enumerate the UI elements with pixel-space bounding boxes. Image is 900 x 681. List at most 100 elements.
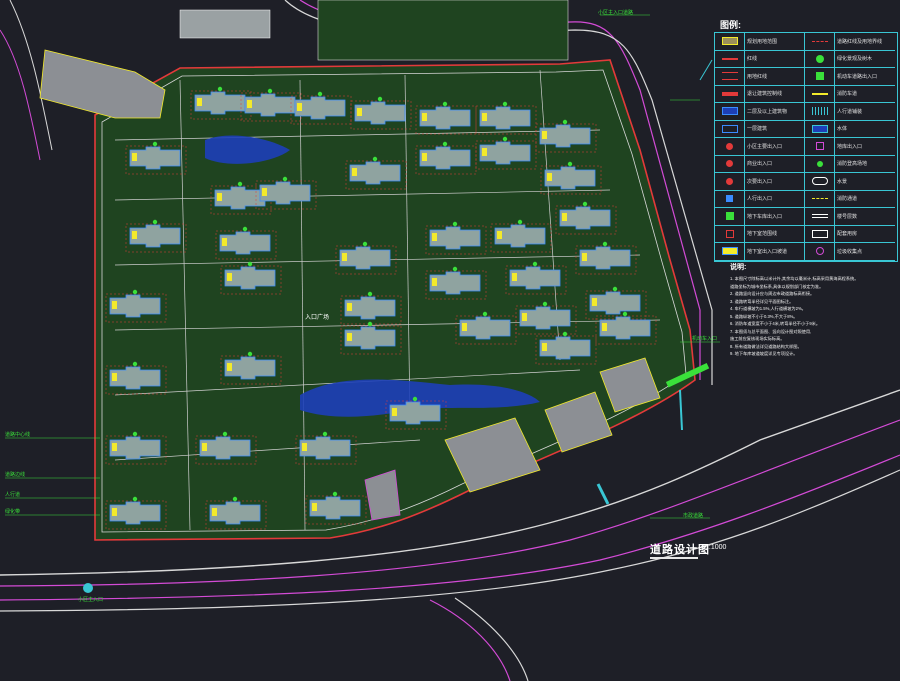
callout-left-1: 道路边线 [5, 472, 26, 478]
legend-label: 红线 [745, 50, 805, 68]
hatch-fill-icon [811, 107, 828, 116]
legend-symbol-cell [805, 155, 835, 173]
red-double-line-icon [721, 72, 738, 81]
note-line: 5. 道路纵坡不小于0.3%,不大于8%。 [730, 313, 798, 319]
note-line: 6. 消防车道宽度不小于4米,转弯半径不小于9米。 [730, 321, 821, 326]
legend-label: 消防车道 [835, 86, 895, 103]
legend-label: 水体 [835, 121, 895, 138]
callout-right-entry: 机动车入口 [692, 336, 718, 342]
yellow-box-icon [721, 247, 738, 256]
legend-label: 消防通道 [835, 191, 895, 208]
red-dot-icon [726, 142, 733, 150]
legend-symbol-cell [715, 50, 745, 68]
legend-symbol-cell [715, 68, 745, 86]
note-line: 2. 道路竖向设计应与周边市政道路标高衔接。 [730, 291, 815, 296]
legend-label: 绿化景观及树木 [835, 51, 895, 68]
legend-label: 人行出入口 [745, 190, 805, 208]
legend-symbol-cell [715, 190, 745, 208]
legend-symbol-cell [715, 155, 745, 173]
drawing-scale: 1:1000 [705, 544, 727, 551]
red-dot-icon [726, 160, 733, 168]
legend-panel: 图例: 规划用地范围 道路红线及用地界线红线 绿化景观及树木用地红线 机动车道路出入口… [712, 16, 900, 262]
legend-symbol-cell [715, 208, 745, 226]
legend-symbol-cell [805, 225, 835, 243]
callout-top-road: 小区主入口道路 [598, 10, 634, 16]
notes-title: 说明: [730, 264, 747, 271]
legend-symbol-cell [805, 120, 835, 138]
legend-symbol-cell [805, 190, 835, 208]
legend-symbol-cell [805, 243, 835, 261]
note-line: 施工前应复核现场实际标高。 [730, 336, 785, 341]
note-line: 7. 本图须与总平面图、竖向设计图对照使用, [730, 328, 812, 334]
note-line: 3. 道路转弯半径详见平面图标注。 [730, 298, 794, 304]
legend-label: 地库出入口 [835, 138, 895, 156]
callout-left-2: 人行道 [5, 492, 21, 498]
legend-label: 规划用地范围 [745, 33, 805, 51]
legend-label: 地下车库出入口 [745, 208, 805, 226]
blue-outline-icon [721, 124, 738, 133]
cloud-icon [811, 177, 828, 186]
legend-title: 图例: [720, 20, 741, 30]
legend-label: 用地红线 [745, 68, 805, 86]
legend-label: 消防登高场地 [835, 156, 895, 173]
legend-label: 配套用房 [835, 226, 895, 243]
callout-bottom-entry: 小区主入口 [78, 597, 104, 603]
note-line: 9. 地下车库坡道坡度详见专项设计。 [730, 351, 798, 356]
legend-label: 地下室出入口坡道 [745, 243, 805, 261]
legend-label: 退让建筑控制线 [745, 85, 805, 103]
tree-icon [815, 54, 824, 63]
legend-symbol-cell [805, 85, 835, 103]
legend-symbol-cell [805, 173, 835, 191]
red-dot-icon [726, 177, 733, 185]
yellow-dash-icon [811, 198, 828, 200]
design-notes: 说明: 1. 本图尺寸除标高以米计外,其余均以毫米计,标高采用黄海高程系统。 道… [730, 262, 900, 402]
plot-fill-icon [721, 37, 738, 46]
red-line-icon [721, 57, 738, 60]
notes-list: 1. 本图尺寸除标高以米计外,其余均以毫米计,标高采用黄海高程系统。 道路坐标为… [730, 275, 900, 358]
cad-drawing-viewport: 小区主入口道路 机动车入口 市政道路 道路中心线 道路边线 人行道 绿化带 小区… [0, 0, 900, 681]
legend-label: 人行道铺装 [835, 103, 895, 121]
green-arrow-icon [725, 212, 734, 221]
callout-left-3: 绿化带 [5, 509, 21, 515]
legend-symbol-cell [805, 33, 835, 51]
legend-label: 次要出入口 [745, 173, 805, 191]
red-fill-bar-icon [721, 91, 738, 96]
legend-symbol-cell [715, 85, 745, 103]
text-sample-icon [811, 214, 828, 219]
legend-label: 商业出入口 [745, 155, 805, 173]
legend-symbol-cell [805, 103, 835, 121]
blue-box-icon [721, 107, 738, 116]
legend-label: 垃圾收集点 [835, 243, 895, 261]
dashed-line-icon [811, 40, 828, 42]
legend-symbol-cell [805, 138, 835, 156]
legend-table: 规划用地范围 道路红线及用地界线红线 绿化景观及树木用地红线 机动车道路出入口退让建筑… [714, 32, 898, 262]
note-line: 4. 车行道横坡为1.5%,人行道横坡为2%。 [730, 306, 806, 311]
blue-hatch-icon [811, 124, 828, 133]
title-underline [650, 557, 698, 559]
legend-symbol-cell [805, 68, 835, 86]
legend-symbol-cell [715, 225, 745, 243]
callout-municipal-road: 市政道路 [683, 513, 704, 519]
legend-label: 一层建筑 [745, 120, 805, 138]
callout-left-0: 道路中心线 [5, 432, 31, 438]
legend-symbol-cell [805, 50, 835, 68]
green-arrow-icon [815, 72, 824, 81]
legend-label: 小区主要出入口 [745, 138, 805, 156]
legend-symbol-cell [715, 173, 745, 191]
legend-symbol-cell [715, 33, 745, 51]
legend-label: 机动车道路出入口 [835, 68, 895, 86]
green-mark-icon [816, 160, 823, 167]
note-line: 1. 本图尺寸除标高以米计外,其余均以毫米计,标高采用黄海高程系统。 [730, 276, 859, 281]
legend-label: 道路红线及用地界线 [835, 33, 895, 51]
legend-label: 二层及以上建筑物 [745, 103, 805, 121]
white-box-icon [811, 229, 828, 238]
blue-arrow-icon [726, 195, 733, 203]
legend-symbol-cell [715, 243, 745, 261]
legend-symbol-cell [715, 103, 745, 121]
legend-symbol-cell [715, 138, 745, 156]
legend-symbol-cell [715, 120, 745, 138]
legend-label: 水景 [835, 173, 895, 191]
purple-slash-icon [815, 247, 824, 256]
yellow-line-icon [811, 92, 828, 95]
legend-label: 楼号层数 [835, 208, 895, 226]
